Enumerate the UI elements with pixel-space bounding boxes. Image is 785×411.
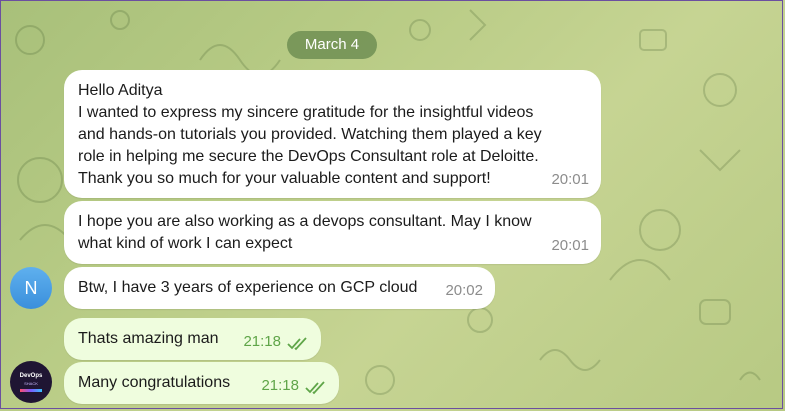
avatar-logo-bar [20,388,42,392]
message-time: 21:18 [261,377,299,394]
message-text: Btw, I have 3 years of experience on GCP… [78,279,418,296]
message-text: Hello Aditya I wanted to express my sinc… [78,82,542,187]
double-check-icon [305,381,325,395]
message-bubble-3[interactable]: Btw, I have 3 years of experience on GCP… [64,267,495,309]
avatar-initial: N [24,277,38,298]
message-time: 20:01 [551,171,589,188]
date-separator: March 4 [287,31,377,59]
double-check-icon [287,337,307,351]
avatar-logo-subtext: SHACK [24,380,38,386]
avatar-logo-text: DevOps [19,372,43,379]
message-bubble-4[interactable]: Thats amazing man 21:18 [64,318,321,360]
message-bubble-5[interactable]: Many congratulations 21:18 [64,362,339,404]
message-time: 20:01 [551,237,589,254]
own-avatar[interactable]: DevOps SHACK [10,361,52,403]
message-time: 20:02 [445,282,483,299]
message-text: I hope you are also working as a devops … [78,213,532,252]
message-bubble-1[interactable]: Hello Aditya I wanted to express my sinc… [64,70,601,198]
message-time: 21:18 [243,333,281,350]
message-bubble-2[interactable]: I hope you are also working as a devops … [64,201,601,264]
sender-avatar[interactable]: N [10,267,52,309]
